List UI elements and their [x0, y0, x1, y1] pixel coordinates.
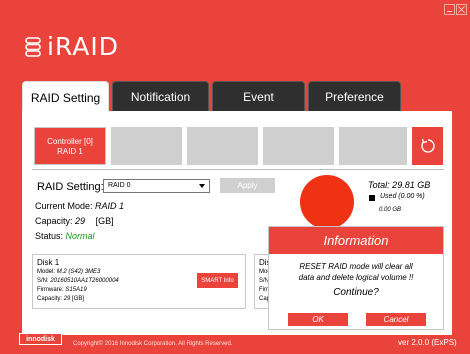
capacity-label: Capacity:: [35, 216, 73, 226]
status-row: Status: Normal: [35, 231, 95, 241]
usage-pie-chart: [300, 175, 354, 229]
controller-1-button[interactable]: [111, 127, 182, 165]
controller-2-button[interactable]: [187, 127, 258, 165]
current-mode-label: Current Mode:: [35, 201, 93, 211]
smart-info-button[interactable]: SMART Info: [197, 273, 238, 288]
capacity-value: 29: [75, 216, 86, 226]
information-dialog: Information RESET RAID mode will clear a…: [268, 226, 444, 330]
disk-capacity-unit: [GB]: [72, 296, 85, 302]
cancel-button[interactable]: Cancel: [366, 313, 426, 326]
close-icon[interactable]: [456, 4, 467, 15]
raid-mode-select[interactable]: RAID 0: [103, 179, 210, 193]
tab-event[interactable]: Event: [212, 81, 305, 111]
disk-sn-row: S/N: 20160510AA1T26000004: [37, 278, 119, 284]
apply-button[interactable]: Apply: [220, 178, 275, 193]
raid-setting-label: RAID Setting:: [37, 181, 104, 193]
tab-preference[interactable]: Preference: [308, 81, 401, 111]
disk-capacity-value: 29: [63, 296, 71, 302]
disk-firmware-label: Firmware:: [37, 287, 64, 293]
disk-model-value: M.2 (S42) 3ME3: [56, 269, 101, 275]
iraid-window: iRAID RAID Setting Notification Event Pr…: [0, 0, 470, 354]
disk-capacity-row: Capacity: 29 [GB]: [37, 296, 84, 302]
disk-capacity-label: Capacity:: [37, 296, 63, 302]
used-gb: 0.00 GB: [379, 207, 402, 213]
disk-stack-icon: [25, 36, 41, 57]
total-capacity: Total: 29.81 GB: [368, 180, 431, 190]
controller-3-button[interactable]: [263, 127, 334, 165]
tab-notification[interactable]: Notification: [112, 81, 209, 111]
used-percent: Used (0.00 %): [380, 193, 425, 200]
copyright-text: Copyright© 2016 Innodisk Corporation. Al…: [73, 341, 233, 347]
dialog-message: RESET RAID mode will clear all data and …: [269, 254, 443, 283]
dialog-title: Information: [269, 227, 443, 254]
innodisk-logo: innodisk: [19, 333, 62, 345]
app-logo: iRAID: [25, 32, 119, 61]
disk-model-label: Model:: [37, 269, 56, 275]
ok-button[interactable]: OK: [288, 313, 348, 326]
disk-sn-value: 20160510AA1T26000004: [50, 278, 119, 284]
version-text: ver 2.0.0 (ExPS): [398, 338, 457, 347]
tab-raid-setting[interactable]: RAID Setting: [22, 81, 109, 113]
controller-4-button[interactable]: [339, 127, 407, 165]
disk-sn-label: S/N:: [37, 278, 49, 284]
refresh-icon: [420, 138, 435, 153]
divider: [32, 169, 444, 170]
raid-mode-value: RAID 0: [108, 182, 131, 189]
used-legend-swatch: [369, 195, 375, 201]
disk-firmware-value: S15A19: [65, 287, 87, 293]
chevron-down-icon: [199, 184, 205, 188]
disk-card-1: Disk 1 Model: M.2 (S42) 3ME3 S/N: 201605…: [32, 254, 246, 309]
minimize-icon[interactable]: [444, 4, 455, 15]
controller-0-button[interactable]: Controller [0] RAID 1: [34, 127, 106, 165]
dialog-message-line-2: data and delete logical volume !!: [298, 273, 414, 282]
controller-0-label: Controller [0]: [47, 137, 93, 146]
current-mode-row: Current Mode: RAID 1: [35, 201, 124, 211]
disk-title: Disk 1: [37, 258, 60, 267]
current-mode-value: RAID 1: [95, 201, 125, 211]
capacity-unit: [GB]: [95, 216, 114, 226]
logo-text: iRAID: [47, 32, 120, 61]
controller-0-mode: RAID 1: [57, 147, 83, 156]
status-value: Normal: [65, 231, 95, 241]
dialog-message-line-1: RESET RAID mode will clear all: [299, 262, 413, 271]
capacity-row: Capacity: 29 [GB]: [35, 216, 114, 226]
disk-firmware-row: Firmware: S15A19: [37, 287, 87, 293]
disk-model-row: Model: M.2 (S42) 3ME3: [37, 269, 100, 275]
status-label: Status:: [35, 231, 64, 241]
refresh-button[interactable]: [412, 127, 443, 165]
dialog-question: Continue?: [333, 287, 379, 298]
